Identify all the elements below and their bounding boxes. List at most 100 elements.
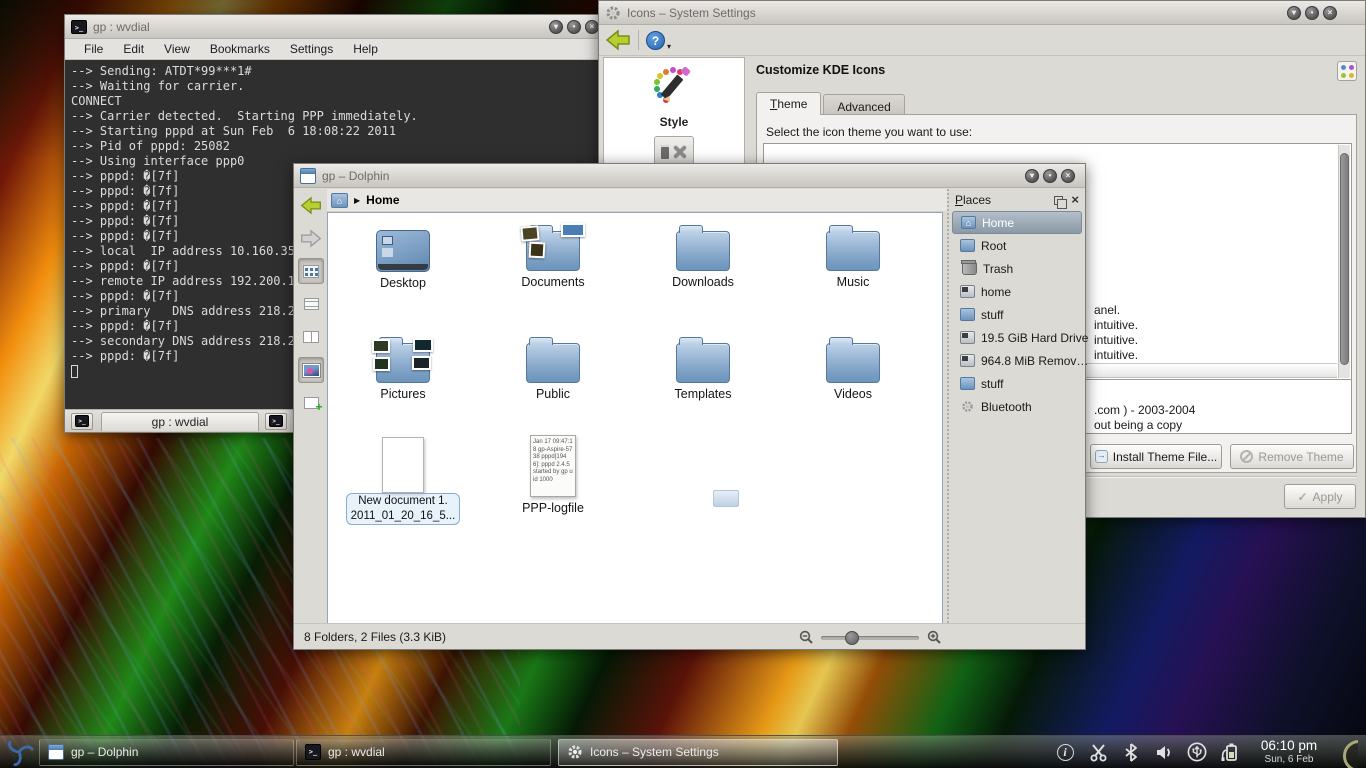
documents-folder-icon bbox=[526, 231, 580, 271]
places-item-home-device[interactable]: home bbox=[952, 280, 1082, 303]
folder-item-music[interactable]: Music bbox=[783, 221, 923, 289]
menu-bookmarks[interactable]: Bookmarks bbox=[201, 40, 279, 58]
terminal-cursor bbox=[71, 365, 78, 378]
back-button[interactable] bbox=[605, 29, 631, 51]
panel-toolbox-cashew[interactable] bbox=[1338, 736, 1358, 768]
task-dolphin[interactable]: gp – Dolphin bbox=[39, 739, 294, 766]
help-button[interactable]: ? bbox=[646, 31, 665, 50]
gear-icon bbox=[605, 5, 621, 21]
klipper-icon[interactable] bbox=[1088, 742, 1108, 762]
places-label: Home bbox=[982, 216, 1014, 230]
menu-file[interactable]: File bbox=[75, 40, 112, 58]
usb-device-icon[interactable] bbox=[1187, 742, 1207, 762]
columns-view-button[interactable] bbox=[298, 324, 324, 350]
close-panel-icon[interactable]: × bbox=[1071, 195, 1079, 205]
folder-item-videos[interactable]: Videos bbox=[783, 333, 923, 401]
sidebar-item-style[interactable]: Style bbox=[604, 66, 744, 129]
folder-item-public[interactable]: Public bbox=[483, 333, 623, 401]
install-icon bbox=[1095, 450, 1108, 463]
menu-settings[interactable]: Settings bbox=[281, 40, 342, 58]
breadcrumb-home[interactable]: Home bbox=[366, 193, 399, 207]
menu-view[interactable]: View bbox=[155, 40, 199, 58]
maximize-button[interactable]: • bbox=[1043, 169, 1057, 183]
notifications-icon[interactable]: i bbox=[1055, 742, 1075, 762]
settings-titlebar[interactable]: Icons – System Settings bbox=[599, 1, 1365, 25]
zoom-out-icon[interactable] bbox=[799, 630, 814, 645]
dolphin-titlebar[interactable]: gp – Dolphin bbox=[294, 164, 1085, 188]
scissors-icon bbox=[1089, 743, 1108, 762]
task-system-settings[interactable]: Icons – System Settings bbox=[558, 739, 838, 766]
details-view-button[interactable] bbox=[298, 291, 324, 317]
overview-button[interactable] bbox=[1337, 61, 1357, 81]
help-dropdown-icon[interactable]: ▾ bbox=[667, 42, 671, 51]
overview-dot bbox=[1349, 73, 1354, 78]
maximize-button[interactable]: • bbox=[1305, 6, 1319, 20]
places-item-removable[interactable]: 964.8 MiB Remov… bbox=[952, 349, 1082, 372]
new-tab-button[interactable]: >_ bbox=[71, 413, 93, 430]
tab-list-button[interactable]: >_ bbox=[265, 413, 287, 430]
folder-item-desktop[interactable]: Desktop bbox=[333, 221, 473, 290]
places-item-home[interactable]: ⌂ Home bbox=[952, 211, 1082, 234]
install-theme-button[interactable]: Install Theme File... bbox=[1090, 444, 1222, 469]
minimize-button[interactable]: ▾ bbox=[1025, 169, 1039, 183]
places-item-hard-drive[interactable]: 19.5 GiB Hard Drive bbox=[952, 326, 1082, 349]
tab-advanced[interactable]: Advanced bbox=[823, 94, 904, 115]
pictures-folder-icon bbox=[376, 343, 430, 383]
tab-theme[interactable]: Theme bbox=[756, 92, 821, 115]
zoom-in-icon[interactable] bbox=[927, 630, 942, 645]
places-label: Root bbox=[981, 239, 1006, 253]
theme-about-fragment: .com ) - 2003-2004 bbox=[1094, 403, 1195, 417]
places-header: Places × bbox=[949, 189, 1085, 211]
places-item-bluetooth[interactable]: Bluetooth bbox=[952, 395, 1082, 418]
maximize-button[interactable]: • bbox=[567, 20, 581, 34]
close-button[interactable]: × bbox=[1061, 169, 1075, 183]
places-item-stuff[interactable]: stuff bbox=[952, 303, 1082, 326]
preview-button[interactable] bbox=[298, 357, 324, 383]
icons-view-button[interactable] bbox=[298, 258, 324, 284]
konsole-titlebar[interactable]: >_ gp : wvdial bbox=[65, 15, 603, 39]
task-konsole[interactable]: >_ gp : wvdial bbox=[296, 739, 551, 766]
scrollbar-thumb[interactable] bbox=[1340, 153, 1349, 365]
zoom-slider[interactable] bbox=[821, 636, 919, 640]
overview-dot bbox=[1341, 65, 1346, 70]
dolphin-window: gp – Dolphin ▾ • × ⌂ ▶ Home bbox=[293, 163, 1086, 650]
digital-clock[interactable]: 06:10 pm Sun, 6 Feb bbox=[1253, 738, 1325, 765]
overview-dot bbox=[1341, 73, 1346, 78]
apply-button[interactable]: ✓ Apply bbox=[1284, 484, 1356, 509]
konsole-tab[interactable]: gp : wvdial bbox=[101, 412, 259, 431]
back-button[interactable] bbox=[298, 192, 324, 218]
minimize-button[interactable]: ▾ bbox=[1287, 6, 1301, 20]
folder-item-pictures[interactable]: Pictures bbox=[333, 333, 473, 401]
remove-theme-button[interactable]: Remove Theme bbox=[1230, 444, 1354, 469]
clock-time: 06:10 pm bbox=[1253, 738, 1325, 754]
dolphin-toolbar bbox=[296, 192, 326, 619]
folder-item-downloads[interactable]: Downloads bbox=[633, 221, 773, 289]
float-panel-icon[interactable] bbox=[1054, 196, 1063, 205]
battery-icon[interactable] bbox=[1220, 742, 1240, 762]
zoom-slider-handle[interactable] bbox=[845, 631, 859, 645]
close-button[interactable]: × bbox=[1323, 6, 1337, 20]
file-item-new-document[interactable]: New document 1. 2011_01_20_16_5... bbox=[333, 435, 473, 525]
dolphin-title: gp – Dolphin bbox=[322, 169, 389, 183]
menu-edit[interactable]: Edit bbox=[114, 40, 153, 58]
places-item-root[interactable]: Root bbox=[952, 234, 1082, 257]
forward-button[interactable] bbox=[298, 225, 324, 251]
task-label: gp : wvdial bbox=[328, 745, 385, 759]
menu-help[interactable]: Help bbox=[344, 40, 387, 58]
theme-list-scrollbar[interactable] bbox=[1338, 145, 1350, 378]
close-button[interactable]: × bbox=[585, 20, 599, 34]
places-item-trash[interactable]: Trash bbox=[952, 257, 1082, 280]
folder-view[interactable]: Desktop Documents Downloads Music bbox=[327, 212, 943, 625]
minimize-button[interactable]: ▾ bbox=[549, 20, 563, 34]
places-label: Trash bbox=[983, 262, 1013, 276]
split-view-button[interactable] bbox=[298, 390, 324, 416]
app-launcher-button[interactable] bbox=[0, 736, 38, 768]
places-item-stuff-2[interactable]: stuff bbox=[952, 372, 1082, 395]
file-item-ppp-logfile[interactable]: Jan 17 09:47:18 gp-Aspire-5738 pppd[1946… bbox=[483, 435, 623, 515]
folder-item-templates[interactable]: Templates bbox=[633, 333, 773, 401]
konsole-title: gp : wvdial bbox=[93, 20, 150, 34]
home-icon[interactable]: ⌂ bbox=[331, 193, 348, 208]
bluetooth-icon[interactable] bbox=[1121, 742, 1141, 762]
folder-item-documents[interactable]: Documents bbox=[483, 221, 623, 289]
volume-icon[interactable] bbox=[1154, 742, 1174, 762]
